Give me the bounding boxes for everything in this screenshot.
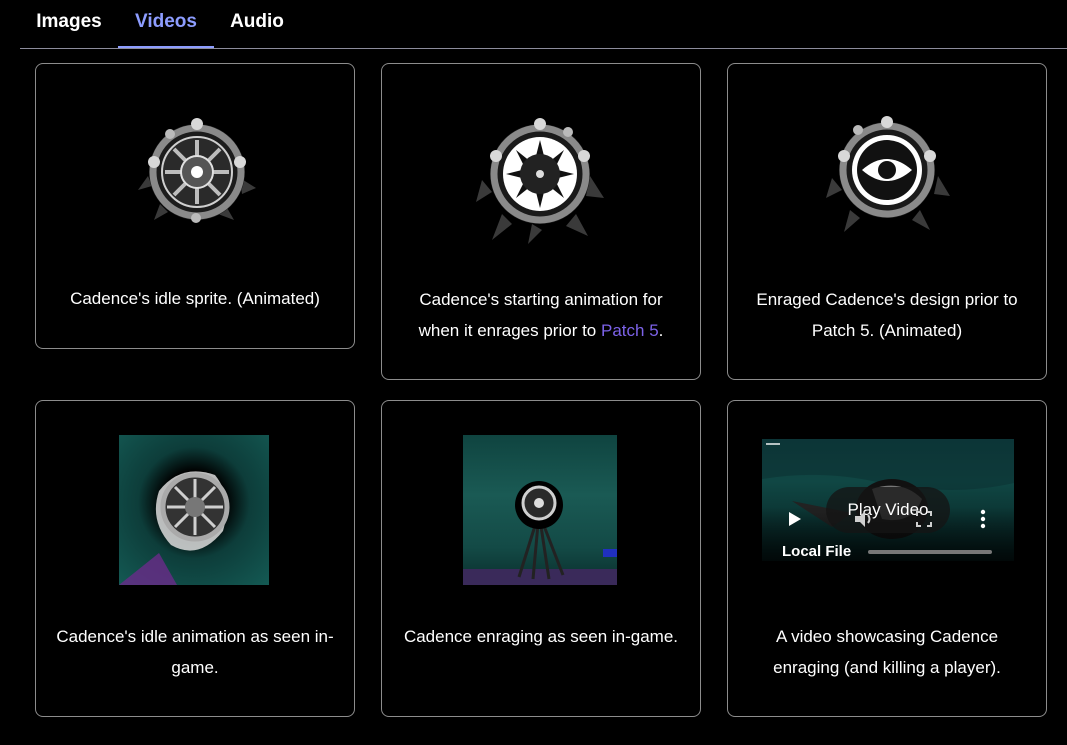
caption-text-end: . bbox=[658, 321, 664, 340]
card-caption: Cadence's idle animation as seen in-game… bbox=[56, 627, 334, 677]
card-caption: A video showcasing Cadence enraging (and… bbox=[773, 627, 1001, 677]
cadence-idle-sprite-image bbox=[138, 118, 256, 223]
gallery-card-idle-sprite: Cadence's idle sprite. (Animated) bbox=[35, 63, 355, 349]
video-player[interactable]: Play Video Local File bbox=[762, 439, 1014, 561]
card-caption: Cadence enraging as seen in-game. bbox=[403, 627, 679, 646]
gallery-card-idle-ingame: Cadence's idle animation as seen in-game… bbox=[35, 400, 355, 717]
cadence-idle-ingame-gif bbox=[119, 435, 269, 585]
tab-audio[interactable]: Audio bbox=[214, 0, 300, 46]
card-caption: Enraged Cadence's design prior to Patch … bbox=[756, 290, 1018, 340]
tab-videos[interactable]: Videos bbox=[118, 0, 214, 48]
cadence-enraged-design-image bbox=[826, 116, 950, 232]
gallery-card-enraged-design: Enraged Cadence's design prior to Patch … bbox=[727, 63, 1047, 380]
media-tabs: Images Videos Audio bbox=[20, 0, 1067, 49]
volume-icon[interactable] bbox=[854, 510, 874, 528]
gallery-card-video: Play Video Local File A video showcasing… bbox=[727, 400, 1047, 717]
gallery-card-enrage-start: Cadence's starting animation for when it… bbox=[381, 63, 701, 380]
fullscreen-icon[interactable] bbox=[916, 511, 932, 527]
cadence-enrage-start-image bbox=[476, 118, 604, 244]
card-caption: Cadence's idle sprite. (Animated) bbox=[70, 289, 320, 308]
more-options-icon[interactable] bbox=[980, 509, 986, 529]
play-icon[interactable] bbox=[788, 511, 802, 527]
video-progress-bar[interactable] bbox=[868, 550, 992, 554]
gallery-card-enraging-ingame: Cadence enraging as seen in-game. bbox=[381, 400, 701, 717]
patch-5-link[interactable]: Patch 5 bbox=[601, 321, 659, 340]
tab-images[interactable]: Images bbox=[20, 0, 118, 46]
cadence-enraging-ingame-gif bbox=[463, 435, 617, 585]
card-caption: Cadence's starting animation for when it… bbox=[398, 284, 684, 346]
video-source-label: Local File bbox=[782, 543, 852, 560]
